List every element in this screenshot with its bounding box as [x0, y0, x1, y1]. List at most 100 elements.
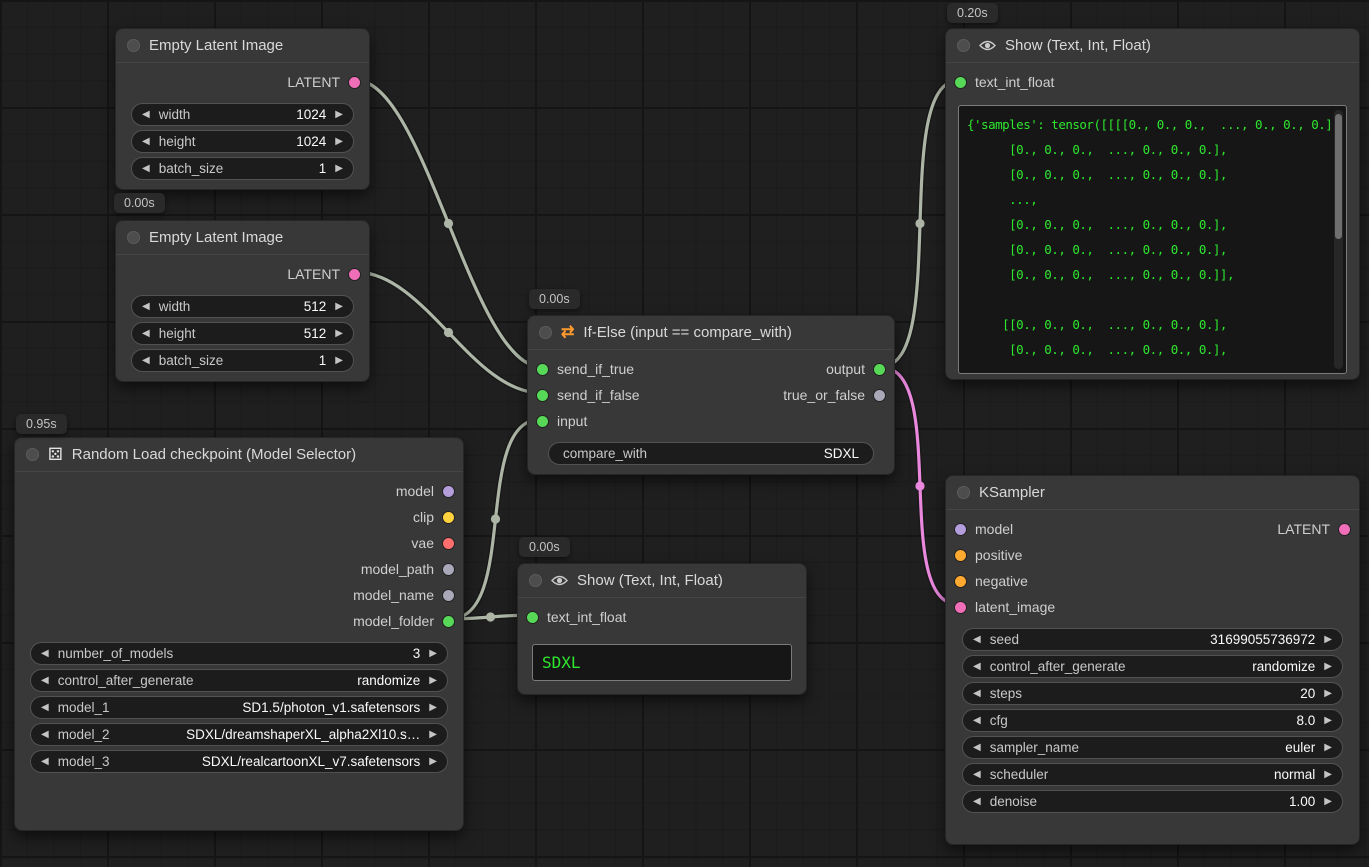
scrollbar-thumb[interactable] — [1335, 114, 1342, 239]
next-option-arrow-icon[interactable]: ▶ — [1321, 769, 1335, 780]
increment-arrow-icon[interactable]: ▶ — [1321, 634, 1335, 645]
widget-seed[interactable]: ◀ seed 31699055736972 ▶ — [962, 628, 1343, 651]
decrement-arrow-icon[interactable]: ◀ — [970, 796, 984, 807]
increment-arrow-icon[interactable]: ▶ — [332, 301, 346, 312]
node-header[interactable]: Empty Latent Image — [116, 29, 369, 63]
decrement-arrow-icon[interactable]: ◀ — [139, 163, 153, 174]
node-show-text-small[interactable]: Show (Text, Int, Float) text_int_float S… — [517, 563, 807, 695]
node-header[interactable]: KSampler — [946, 476, 1359, 510]
decrement-arrow-icon[interactable]: ◀ — [38, 648, 52, 659]
widget-model-3[interactable]: ◀ model_3 SDXL/realcartoonXL_v7.safetens… — [30, 750, 448, 773]
latent-output-port[interactable] — [1339, 524, 1350, 535]
decrement-arrow-icon[interactable]: ◀ — [139, 109, 153, 120]
link-midpoint-dot[interactable] — [915, 481, 924, 490]
negative-input-port[interactable] — [955, 576, 966, 587]
decrement-arrow-icon[interactable]: ◀ — [970, 688, 984, 699]
decrement-arrow-icon[interactable]: ◀ — [139, 328, 153, 339]
clip-output-port[interactable] — [443, 512, 454, 523]
node-show-text-big[interactable]: Show (Text, Int, Float) text_int_float {… — [945, 28, 1360, 380]
node-ksampler[interactable]: KSampler model LATENT positive negative — [945, 475, 1360, 845]
send-if-false-input-port[interactable] — [537, 390, 548, 401]
link-midpoint-dot[interactable] — [444, 219, 453, 228]
node-header[interactable]: Show (Text, Int, Float) — [518, 564, 806, 598]
text-int-float-input-port[interactable] — [955, 77, 966, 88]
widget-scheduler[interactable]: ◀ scheduler normal ▶ — [962, 763, 1343, 786]
widget-sampler-name[interactable]: ◀ sampler_name euler ▶ — [962, 736, 1343, 759]
link-midpoint-dot[interactable] — [915, 219, 924, 228]
prev-option-arrow-icon[interactable]: ◀ — [970, 742, 984, 753]
increment-arrow-icon[interactable]: ▶ — [426, 648, 440, 659]
next-option-arrow-icon[interactable]: ▶ — [426, 729, 440, 740]
widget-steps[interactable]: ◀ steps 20 ▶ — [962, 682, 1343, 705]
true-or-false-output-port[interactable] — [874, 390, 885, 401]
decrement-arrow-icon[interactable]: ◀ — [970, 634, 984, 645]
decrement-arrow-icon[interactable]: ◀ — [970, 715, 984, 726]
collapse-dot[interactable] — [26, 448, 39, 461]
increment-arrow-icon[interactable]: ▶ — [332, 163, 346, 174]
next-option-arrow-icon[interactable]: ▶ — [426, 675, 440, 686]
latent-output-port[interactable] — [349, 77, 360, 88]
prev-option-arrow-icon[interactable]: ◀ — [970, 661, 984, 672]
next-option-arrow-icon[interactable]: ▶ — [426, 756, 440, 767]
increment-arrow-icon[interactable]: ▶ — [332, 355, 346, 366]
widget-height[interactable]: ◀ height 1024 ▶ — [131, 130, 354, 153]
widget-batch-size[interactable]: ◀ batch_size 1 ▶ — [131, 157, 354, 180]
node-empty-latent-image-2[interactable]: Empty Latent Image LATENT ◀ width 512 ▶ … — [115, 220, 370, 382]
scrollbar-track[interactable] — [1334, 110, 1343, 369]
latent-output-port[interactable] — [349, 269, 360, 280]
prev-option-arrow-icon[interactable]: ◀ — [38, 729, 52, 740]
widget-width[interactable]: ◀ width 512 ▶ — [131, 295, 354, 318]
node-header[interactable]: Empty Latent Image — [116, 221, 369, 255]
show-text-output-box[interactable]: SDXL — [532, 644, 792, 681]
widget-denoise[interactable]: ◀ denoise 1.00 ▶ — [962, 790, 1343, 813]
text-int-float-input-port[interactable] — [527, 612, 538, 623]
widget-height[interactable]: ◀ height 512 ▶ — [131, 322, 354, 345]
model-name-output-port[interactable] — [443, 590, 454, 601]
node-header[interactable]: ⇄ If-Else (input == compare_with) — [528, 316, 894, 350]
collapse-dot[interactable] — [957, 486, 970, 499]
increment-arrow-icon[interactable]: ▶ — [332, 136, 346, 147]
widget-compare-with[interactable]: compare_with SDXL — [548, 442, 874, 465]
model-output-port[interactable] — [443, 486, 454, 497]
collapse-dot[interactable] — [127, 39, 140, 52]
collapse-dot[interactable] — [127, 231, 140, 244]
vae-output-port[interactable] — [443, 538, 454, 549]
increment-arrow-icon[interactable]: ▶ — [1321, 715, 1335, 726]
positive-input-port[interactable] — [955, 550, 966, 561]
node-header[interactable]: Show (Text, Int, Float) — [946, 29, 1359, 63]
widget-batch-size[interactable]: ◀ batch_size 1 ▶ — [131, 349, 354, 372]
prev-option-arrow-icon[interactable]: ◀ — [38, 675, 52, 686]
widget-control-after-generate[interactable]: ◀ control_after_generate randomize ▶ — [30, 669, 448, 692]
decrement-arrow-icon[interactable]: ◀ — [139, 355, 153, 366]
next-option-arrow-icon[interactable]: ▶ — [1321, 661, 1335, 672]
widget-width[interactable]: ◀ width 1024 ▶ — [131, 103, 354, 126]
widget-number-of-models[interactable]: ◀ number_of_models 3 ▶ — [30, 642, 448, 665]
node-empty-latent-image-1[interactable]: Empty Latent Image LATENT ◀ width 1024 ▶… — [115, 28, 370, 190]
decrement-arrow-icon[interactable]: ◀ — [139, 301, 153, 312]
next-option-arrow-icon[interactable]: ▶ — [1321, 742, 1335, 753]
show-text-output-box[interactable]: {'samples': tensor([[[[0., 0., 0., ..., … — [958, 105, 1347, 374]
widget-cfg[interactable]: ◀ cfg 8.0 ▶ — [962, 709, 1343, 732]
prev-option-arrow-icon[interactable]: ◀ — [38, 702, 52, 713]
decrement-arrow-icon[interactable]: ◀ — [139, 136, 153, 147]
send-if-true-input-port[interactable] — [537, 364, 548, 375]
node-random-load-checkpoint[interactable]: ⚄ Random Load checkpoint (Model Selector… — [14, 437, 464, 831]
prev-option-arrow-icon[interactable]: ◀ — [970, 769, 984, 780]
node-if-else[interactable]: ⇄ If-Else (input == compare_with) send_i… — [527, 315, 895, 475]
next-option-arrow-icon[interactable]: ▶ — [426, 702, 440, 713]
model-folder-output-port[interactable] — [443, 616, 454, 627]
model-path-output-port[interactable] — [443, 564, 454, 575]
collapse-dot[interactable] — [539, 326, 552, 339]
collapse-dot[interactable] — [957, 39, 970, 52]
link-midpoint-dot[interactable] — [491, 514, 500, 523]
link-midpoint-dot[interactable] — [486, 612, 495, 621]
increment-arrow-icon[interactable]: ▶ — [332, 328, 346, 339]
prev-option-arrow-icon[interactable]: ◀ — [38, 756, 52, 767]
increment-arrow-icon[interactable]: ▶ — [1321, 688, 1335, 699]
increment-arrow-icon[interactable]: ▶ — [332, 109, 346, 120]
widget-control-after-generate[interactable]: ◀ control_after_generate randomize ▶ — [962, 655, 1343, 678]
model-input-port[interactable] — [955, 524, 966, 535]
latent-image-input-port[interactable] — [955, 602, 966, 613]
input-input-port[interactable] — [537, 416, 548, 427]
node-graph-canvas[interactable]: 0.00s 0.95s 0.00s 0.00s 0.20s Empty Late… — [0, 0, 1369, 867]
